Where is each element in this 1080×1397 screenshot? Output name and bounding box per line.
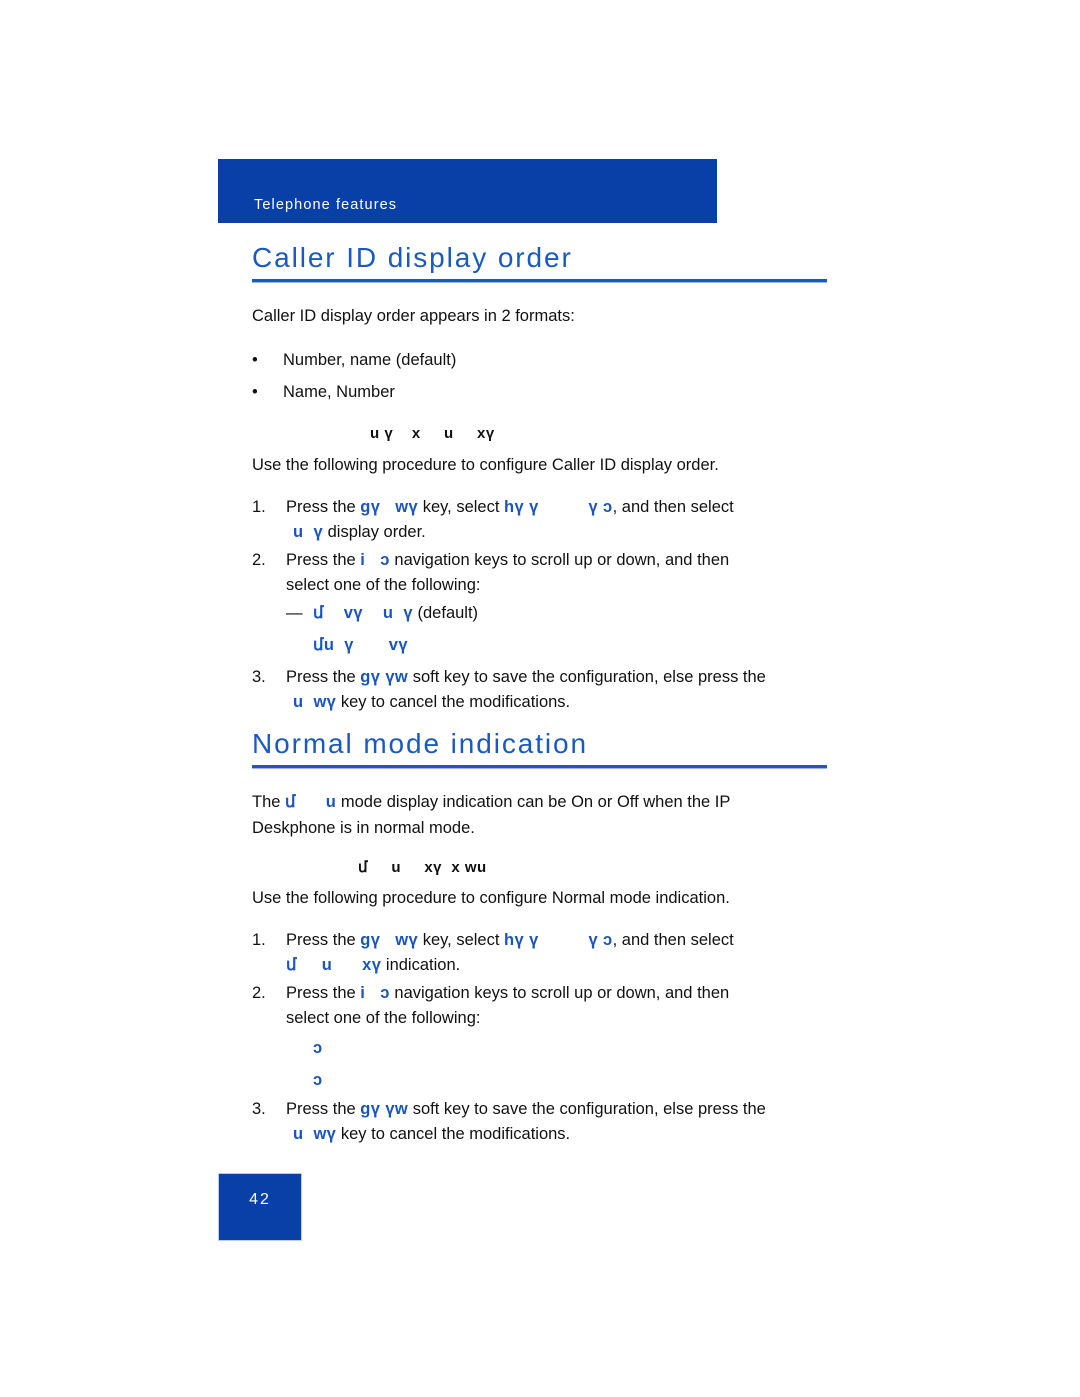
step-continuation-line: u ү display order. — [293, 520, 832, 545]
normal-mode-procedure-intro: Use the following procedure to configure… — [252, 889, 730, 907]
substep-label: ɔ — [313, 1036, 323, 1061]
step-body: Press the ɡү үw soft key to save the con… — [286, 665, 832, 715]
step-text-lead: Press the — [286, 1100, 361, 1118]
dash-marker: — — [286, 604, 303, 622]
normal-mode-step-2: 2. Press the i ɔ navigation keys to scro… — [252, 981, 832, 1031]
step-continuation-text: key to cancel the modifications. — [336, 693, 571, 711]
section-heading-normal-mode: Normal mode indication — [252, 728, 827, 770]
ui-term-caller-id: u ү — [293, 523, 324, 541]
intro-text-lead: The — [252, 793, 286, 811]
ui-term-number-name: մ vү u ү — [313, 604, 413, 622]
step-continuation-line: select one of the following: — [286, 576, 481, 594]
substep-label: մ vү u ү (default) — [313, 601, 478, 626]
running-header-label: Telephone features — [254, 197, 398, 213]
step-text-tail: , and then select — [612, 498, 734, 516]
ui-term-telephone-settings: hү ү ү ɔ — [504, 931, 613, 949]
ui-term-save-softkey: ɡү үw — [360, 668, 409, 686]
normal-mode-figure-caption: մ u xү x wu — [358, 859, 487, 876]
list-item-label: Name, Number — [283, 383, 395, 401]
caller-id-substep-2: մu ү vү — [286, 633, 408, 658]
ui-term-updown-navigation: i ɔ — [360, 551, 390, 569]
page-number: 42 — [249, 1191, 271, 1208]
caller-id-intro-paragraph: Caller ID display order appears in 2 for… — [252, 307, 575, 325]
step-continuation-line: u wү key to cancel the modifications. — [293, 1122, 832, 1147]
step-text-lead: Press the — [286, 551, 361, 569]
step-continuation-text: key to cancel the modifications. — [336, 1125, 571, 1143]
caller-id-procedure-intro: Use the following procedure to configure… — [252, 456, 719, 474]
step-text-mid: key, select — [418, 931, 505, 949]
normal-mode-intro-paragraph: The մ u mode display indication can be O… — [252, 789, 832, 841]
ui-term-services-key: ɡү wү — [360, 931, 419, 949]
step-text-tail: navigation keys to scroll up or down, an… — [389, 551, 730, 569]
step-number: 1. — [252, 498, 266, 516]
list-item-label: Number, name (default) — [283, 351, 457, 369]
substep-label: ɔ — [313, 1068, 323, 1093]
step-number: 2. — [252, 984, 266, 1002]
step-continuation-line: մ u xү indication. — [286, 953, 832, 978]
document-page: Telephone features Caller ID display ord… — [0, 0, 1080, 1397]
step-number: 3. — [252, 668, 266, 686]
heading-underline-rule — [252, 765, 827, 770]
caller-id-figure-caption: u ү x u xү — [370, 425, 495, 442]
step-continuation-text: display order. — [323, 523, 426, 541]
page-number-box: 42 — [218, 1173, 302, 1241]
heading-underline-rule — [252, 279, 827, 284]
list-item: • Name, Number — [252, 379, 395, 405]
caller-id-step-1: 1. Press the ɡү wү key, select hү ү ү ɔ,… — [252, 495, 832, 545]
step-text-mid: key, select — [418, 498, 505, 516]
list-item: • Number, name (default) — [252, 347, 456, 373]
step-text-tail: soft key to save the configuration, else… — [408, 1100, 766, 1118]
step-text-tail: soft key to save the configuration, else… — [408, 668, 766, 686]
step-text-tail: , and then select — [612, 931, 734, 949]
ui-term-option-off: ɔ — [313, 1071, 323, 1089]
step-continuation-text: indication. — [381, 956, 461, 974]
running-header-bar: Telephone features — [218, 159, 717, 223]
step-text-lead: Press the — [286, 931, 361, 949]
substep-suffix: (default) — [412, 604, 479, 622]
step-number: 3. — [252, 1100, 266, 1118]
ui-term-telephone-settings: hү ү ү ɔ — [504, 498, 613, 516]
caller-id-step-3: 3. Press the ɡү үw soft key to save the … — [252, 665, 832, 715]
step-number: 2. — [252, 551, 266, 569]
step-text-tail: navigation keys to scroll up or down, an… — [389, 984, 730, 1002]
intro-text-line2: Deskphone is in normal mode. — [252, 819, 475, 837]
intro-text-tail: mode display indication can be On or Off… — [336, 793, 731, 811]
step-text-lead: Press the — [286, 498, 361, 516]
step-text-lead: Press the — [286, 668, 361, 686]
step-body: Press the ɡү wү key, select hү ү ү ɔ, an… — [286, 928, 832, 978]
step-number: 1. — [252, 931, 266, 949]
section-heading-text: Normal mode indication — [252, 728, 588, 759]
step-body: Press the ɡү wү key, select hү ү ү ɔ, an… — [286, 495, 832, 545]
ui-term-option-on: ɔ — [313, 1039, 323, 1057]
step-continuation-line: u wү key to cancel the modifications. — [293, 690, 832, 715]
ui-term-save-softkey: ɡү үw — [360, 1100, 409, 1118]
ui-term-quit-key: u wү — [293, 693, 337, 711]
step-body: Press the i ɔ navigation keys to scroll … — [286, 548, 832, 598]
step-body: Press the i ɔ navigation keys to scroll … — [286, 981, 832, 1031]
caller-id-step-2: 2. Press the i ɔ navigation keys to scro… — [252, 548, 832, 598]
normal-mode-step-3: 3. Press the ɡү үw soft key to save the … — [252, 1097, 832, 1147]
normal-mode-substep-1: ɔ — [286, 1036, 323, 1061]
section-heading-text: Caller ID display order — [252, 242, 573, 273]
section-heading-caller-id: Caller ID display order — [252, 242, 827, 284]
bullet-marker: • — [252, 383, 258, 401]
step-continuation-line: select one of the following: — [286, 1009, 481, 1027]
normal-mode-substep-2: ɔ — [286, 1068, 323, 1093]
normal-mode-step-1: 1. Press the ɡү wү key, select hү ү ү ɔ,… — [252, 928, 832, 978]
ui-term-updown-navigation: i ɔ — [360, 984, 390, 1002]
ui-term-quit-key: u wү — [293, 1125, 337, 1143]
substep-label: մu ү vү — [313, 633, 408, 658]
caller-id-substep-1: — մ vү u ү (default) — [286, 601, 478, 626]
step-text-lead: Press the — [286, 984, 361, 1002]
ui-term-services-key: ɡү wү — [360, 498, 419, 516]
ui-term-name-number: մu ү vү — [313, 636, 408, 654]
ui-term-normal-mode: մ u — [285, 793, 337, 811]
step-body: Press the ɡү үw soft key to save the con… — [286, 1097, 832, 1147]
ui-term-normal-mode-indication: մ u xү — [286, 956, 382, 974]
bullet-marker: • — [252, 351, 258, 369]
